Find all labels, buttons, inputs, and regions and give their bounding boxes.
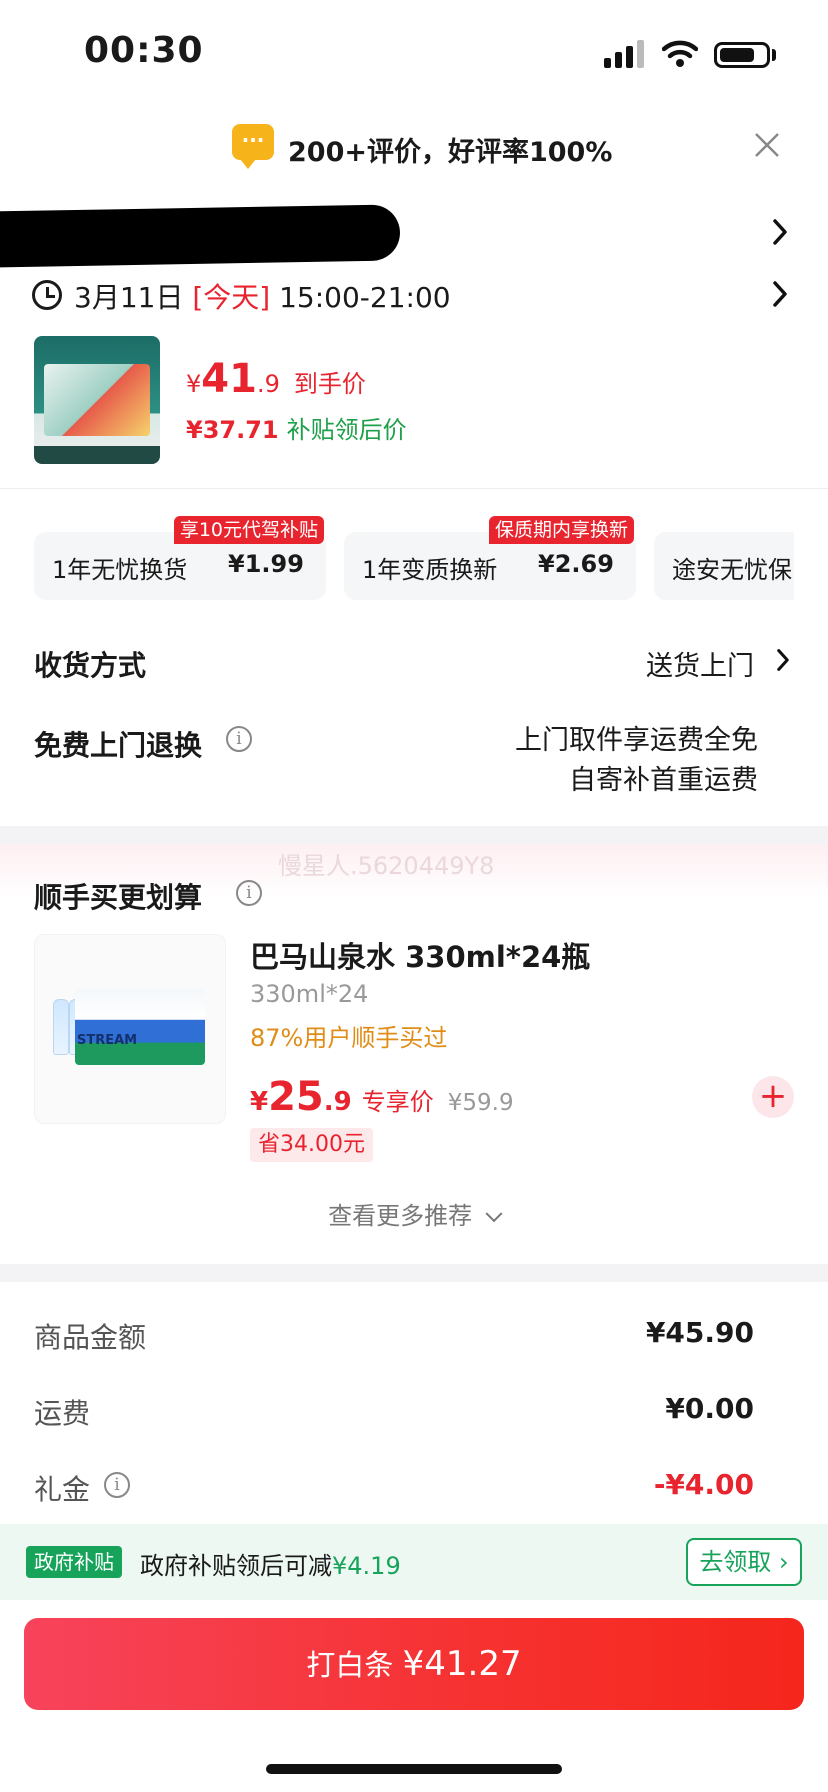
shipping-value[interactable]: 送货上门 — [646, 644, 754, 683]
close-icon[interactable] — [752, 130, 782, 160]
watermark: 慢星人.5620449Y8 — [278, 852, 495, 880]
shipping-fee-value: ¥0.00 — [665, 1392, 754, 1425]
delivery-date: 3月11日 — [74, 281, 193, 314]
gov-subsidy-text: 政府补贴领后可减¥4.19 — [140, 1552, 401, 1580]
shipping-fee-label: 运费 — [34, 1397, 91, 1430]
address-redaction[interactable] — [0, 204, 401, 268]
delivery-range: 15:00-21:00 — [270, 281, 451, 314]
pay-button[interactable]: 打白条 ¥41.27 — [24, 1618, 804, 1710]
chevron-right-icon[interactable] — [772, 218, 788, 246]
chevron-right-icon[interactable] — [776, 648, 790, 672]
section-gap — [0, 826, 828, 844]
product-image[interactable] — [34, 336, 160, 464]
recommend-product-image[interactable]: STREAM — [34, 934, 226, 1124]
gift-credit-label: 礼金 — [34, 1473, 91, 1506]
battery-icon — [714, 42, 770, 68]
battery-tip — [772, 49, 776, 61]
info-icon[interactable]: i — [104, 1472, 130, 1498]
recommend-title: 顺手买更划算 — [34, 881, 203, 914]
chevron-right-icon[interactable] — [772, 280, 788, 308]
claim-subsidy-button[interactable]: 去领取 › — [686, 1538, 802, 1586]
gift-credit-value: -¥4.00 — [653, 1468, 754, 1501]
subtotal-value: ¥45.90 — [645, 1316, 754, 1349]
chevron-down-icon — [485, 1205, 503, 1223]
recommend-item-name[interactable]: 巴马山泉水 330ml*24瓶 — [250, 934, 590, 976]
recommend-item-spec: 330ml*24 — [250, 980, 369, 1008]
recommend-item-price: ¥25.9 专享价 ¥59.9 — [250, 1074, 514, 1120]
add-to-cart-button[interactable]: + — [752, 1076, 794, 1118]
recommend-item-bought: 87%用户顺手买过 — [250, 1024, 448, 1052]
delivery-today: [今天] — [192, 281, 271, 314]
service-card-spoil[interactable]: 1年变质换新 ¥2.69 保质期内享换新 — [344, 516, 636, 600]
subsidy-price: ¥37.71 补贴领后价 — [186, 416, 407, 444]
final-price: ¥41.9 到手价 — [186, 356, 366, 402]
service-card-exchange[interactable]: 1年无忧换货 ¥1.99 享10元代驾补贴 — [34, 516, 326, 600]
wifi-icon — [662, 40, 698, 67]
home-indicator[interactable] — [266, 1764, 562, 1774]
service-card-insurance[interactable]: 途安无忧保 — [654, 532, 794, 600]
gov-subsidy-badge: 政府补贴 — [26, 1546, 122, 1578]
see-more-recommendations[interactable]: 查看更多推荐 — [0, 1196, 828, 1231]
divider — [0, 488, 828, 489]
shipping-title: 收货方式 — [34, 649, 147, 682]
subtotal-label: 商品金额 — [34, 1321, 147, 1354]
section-gap — [0, 1264, 828, 1282]
service-badge: 保质期内享换新 — [488, 516, 634, 544]
status-time: 00:30 — [84, 30, 204, 71]
rating-banner-text: 200+评价，好评率100% — [288, 137, 613, 168]
clock-icon — [32, 280, 62, 310]
service-badge: 享10元代驾补贴 — [173, 516, 324, 544]
save-badge: 省34.00元 — [250, 1128, 373, 1162]
info-icon[interactable]: i — [226, 726, 252, 752]
info-icon[interactable]: i — [236, 880, 262, 906]
delivery-time[interactable]: 3月11日 [今天] 15:00-21:00 — [74, 276, 451, 316]
original-price: ¥59.9 — [447, 1090, 514, 1116]
cellular-signal-icon — [604, 40, 644, 68]
returns-line1: 上门取件享运费全免 — [515, 725, 758, 756]
chat-bubble-icon: ··· — [232, 124, 274, 169]
returns-line2: 自寄补首重运费 — [569, 765, 758, 796]
returns-title: 免费上门退换 — [34, 729, 203, 762]
